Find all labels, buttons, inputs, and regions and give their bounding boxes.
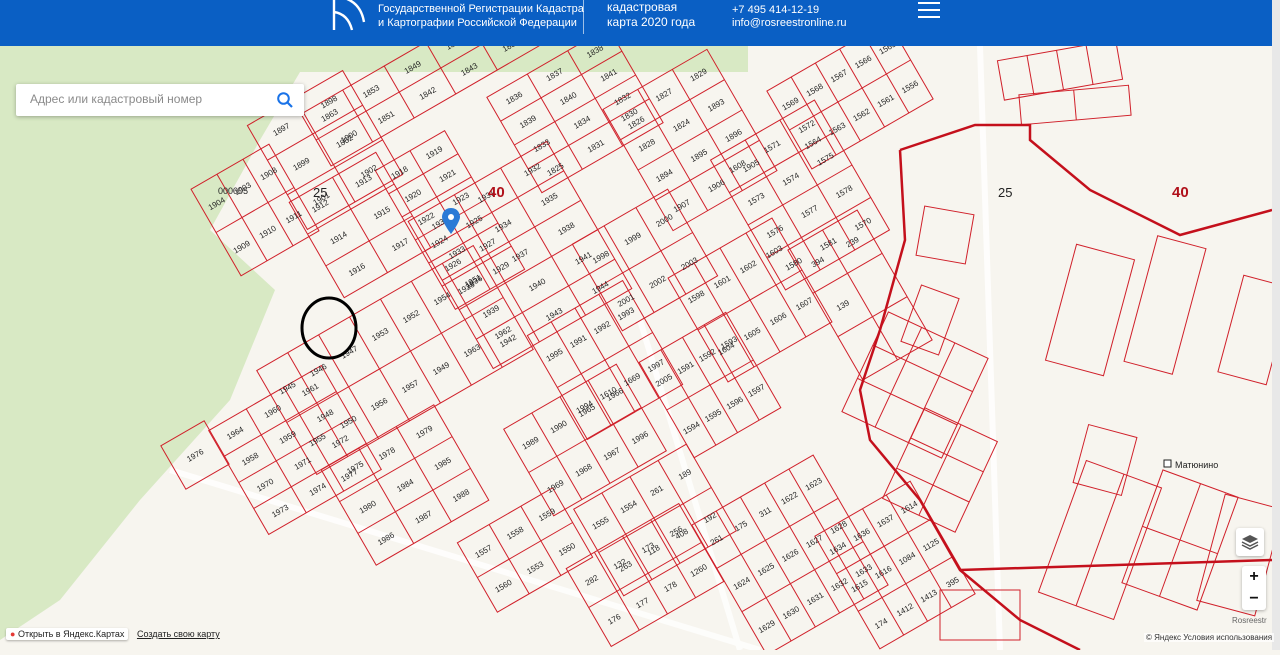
- open-yandex-label: Открыть в Яндекс.Картах: [17, 629, 125, 639]
- map-title-line1: кадастровая: [607, 0, 678, 14]
- zoom-control: + −: [1242, 566, 1266, 610]
- create-map-link[interactable]: Создать свою карту: [137, 629, 220, 639]
- phone-link[interactable]: +7 495 414-12-19: [732, 4, 847, 17]
- map-title-line2: карта 2020 года: [607, 15, 696, 29]
- rosreestr-watermark: Rosreestr: [1232, 616, 1267, 625]
- village-marker-icon: [1163, 459, 1172, 468]
- map-pin-icon: ●: [10, 629, 16, 639]
- map-canvas[interactable]: 1863185318491892185018521851184218431835…: [0, 0, 1280, 655]
- contact-info: +7 495 414-12-19 info@rosreestronline.ru: [732, 4, 847, 30]
- village-label: Матюнино: [1175, 460, 1218, 470]
- rosreestr-logo-icon: [332, 0, 366, 31]
- email-link[interactable]: info@rosreestronline.ru: [732, 17, 847, 30]
- quarter-label-40-right: 40: [1172, 184, 1189, 201]
- map-title: кадастровая карта 2020 года: [607, 0, 695, 30]
- quarter-label-25-left: 25: [313, 185, 327, 200]
- open-yandex-button[interactable]: ● Открыть в Яндекс.Картах: [6, 628, 129, 640]
- header-divider: [583, 0, 584, 34]
- page-scrollbar[interactable]: [1272, 0, 1280, 650]
- org-name: Государственной Регистрации Кадастра и К…: [378, 2, 584, 30]
- search-icon[interactable]: [276, 91, 294, 109]
- search-input[interactable]: [28, 91, 272, 107]
- parcel-code-label: 000005: [218, 186, 248, 196]
- layers-icon: [1241, 535, 1259, 550]
- menu-icon[interactable]: [918, 2, 940, 20]
- search-box: [16, 84, 304, 116]
- quarter-label-40-left: 40: [488, 184, 505, 201]
- org-name-line2: и Картографии Российской Федерации: [378, 17, 577, 29]
- zoom-out-button[interactable]: −: [1242, 588, 1266, 610]
- copyright-text[interactable]: © Яндекс Условия использования: [1144, 633, 1275, 642]
- zoom-in-button[interactable]: +: [1242, 566, 1266, 588]
- quarter-label-25-right: 25: [998, 185, 1012, 200]
- org-name-line1: Государственной Регистрации Кадастра: [378, 3, 584, 15]
- site-header: Государственной Регистрации Кадастра и К…: [0, 0, 1272, 46]
- map-footer-links: ● Открыть в Яндекс.Картах Создать свою к…: [6, 628, 220, 640]
- cadastral-map[interactable]: 1863185318491892185018521851184218431835…: [0, 0, 1280, 655]
- layers-button[interactable]: [1236, 528, 1264, 556]
